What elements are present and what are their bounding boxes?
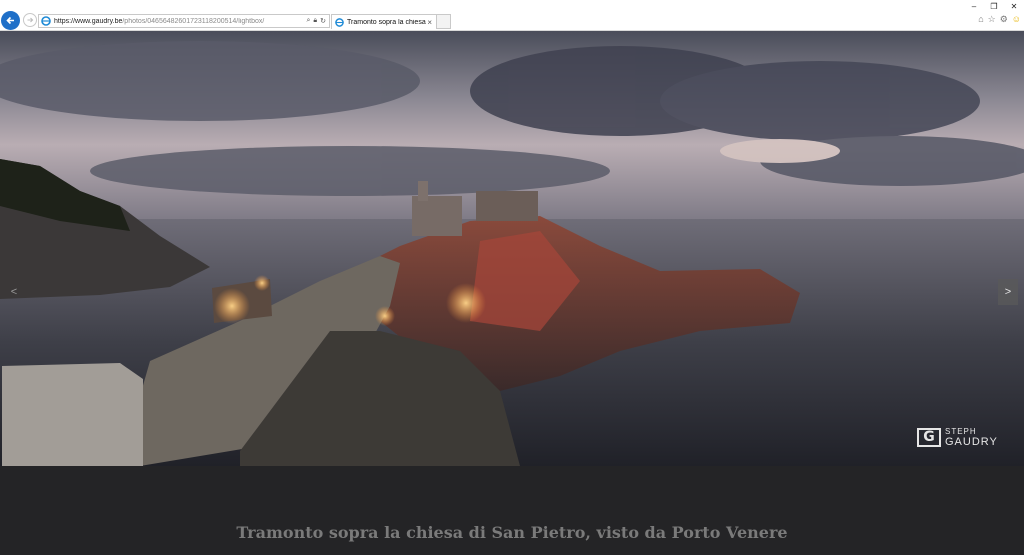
lightbox-photo[interactable]	[0, 31, 1024, 466]
star-icon[interactable]: ☆	[988, 14, 996, 25]
smiley-icon[interactable]: ☺	[1012, 14, 1021, 25]
toolbar-icons: ⌂ ☆ ⚙ ☺	[978, 14, 1021, 25]
photo-scene	[0, 31, 1024, 466]
castle	[476, 191, 538, 221]
clouds	[0, 41, 1024, 196]
address-bar[interactable]: https://www.gaudry.be/photos/04656482601…	[38, 14, 330, 28]
back-arrow-icon	[6, 16, 14, 25]
url-path: /photos/04656482601723118200514/lightbox…	[122, 17, 265, 25]
window-controls: – ❐ ✕	[964, 0, 1024, 12]
tab-ie-icon	[335, 17, 344, 27]
close-window-button[interactable]: ✕	[1004, 0, 1024, 12]
lock-icon[interactable]: 🔒︎	[313, 17, 317, 25]
minimize-button[interactable]: –	[964, 0, 984, 12]
home-icon[interactable]: ⌂	[978, 14, 983, 25]
tab-active[interactable]: Tramonto sopra la chiesa di... ×	[331, 14, 437, 29]
photo-caption: Tramonto sopra la chiesa di San Pietro, …	[236, 523, 788, 542]
restore-button[interactable]: ❐	[984, 0, 1004, 12]
forward-arrow-icon	[27, 17, 34, 23]
next-arrow[interactable]: >	[998, 279, 1018, 305]
url-text[interactable]: https://www.gaudry.be/photos/04656482601…	[54, 18, 306, 25]
watermark-line2: GAUDRY	[945, 436, 998, 448]
previous-arrow[interactable]: <	[4, 279, 24, 305]
search-icon[interactable]: ⌕	[306, 17, 310, 25]
gear-icon[interactable]: ⚙	[1000, 14, 1008, 25]
refresh-icon[interactable]: ↻	[320, 17, 326, 25]
url-host: www.gaudry.be	[75, 17, 123, 25]
bell-tower	[418, 181, 428, 201]
url-prefix: https://	[54, 17, 76, 25]
church	[412, 196, 462, 236]
new-tab-button[interactable]	[437, 14, 451, 29]
tab-title: Tramonto sopra la chiesa di...	[347, 18, 427, 26]
browser-chrome: https://www.gaudry.be/photos/04656482601…	[0, 0, 1024, 31]
close-icon[interactable]: ×	[427, 18, 432, 27]
forward-button[interactable]	[23, 13, 37, 27]
foreground-wall	[2, 363, 143, 466]
ie-icon	[41, 16, 51, 26]
back-button[interactable]	[1, 11, 20, 30]
watermark: G STEPH GAUDRY	[917, 425, 998, 449]
watermark-logo: G	[917, 427, 941, 447]
caption-area: Tramonto sopra la chiesa di San Pietro, …	[0, 466, 1024, 555]
